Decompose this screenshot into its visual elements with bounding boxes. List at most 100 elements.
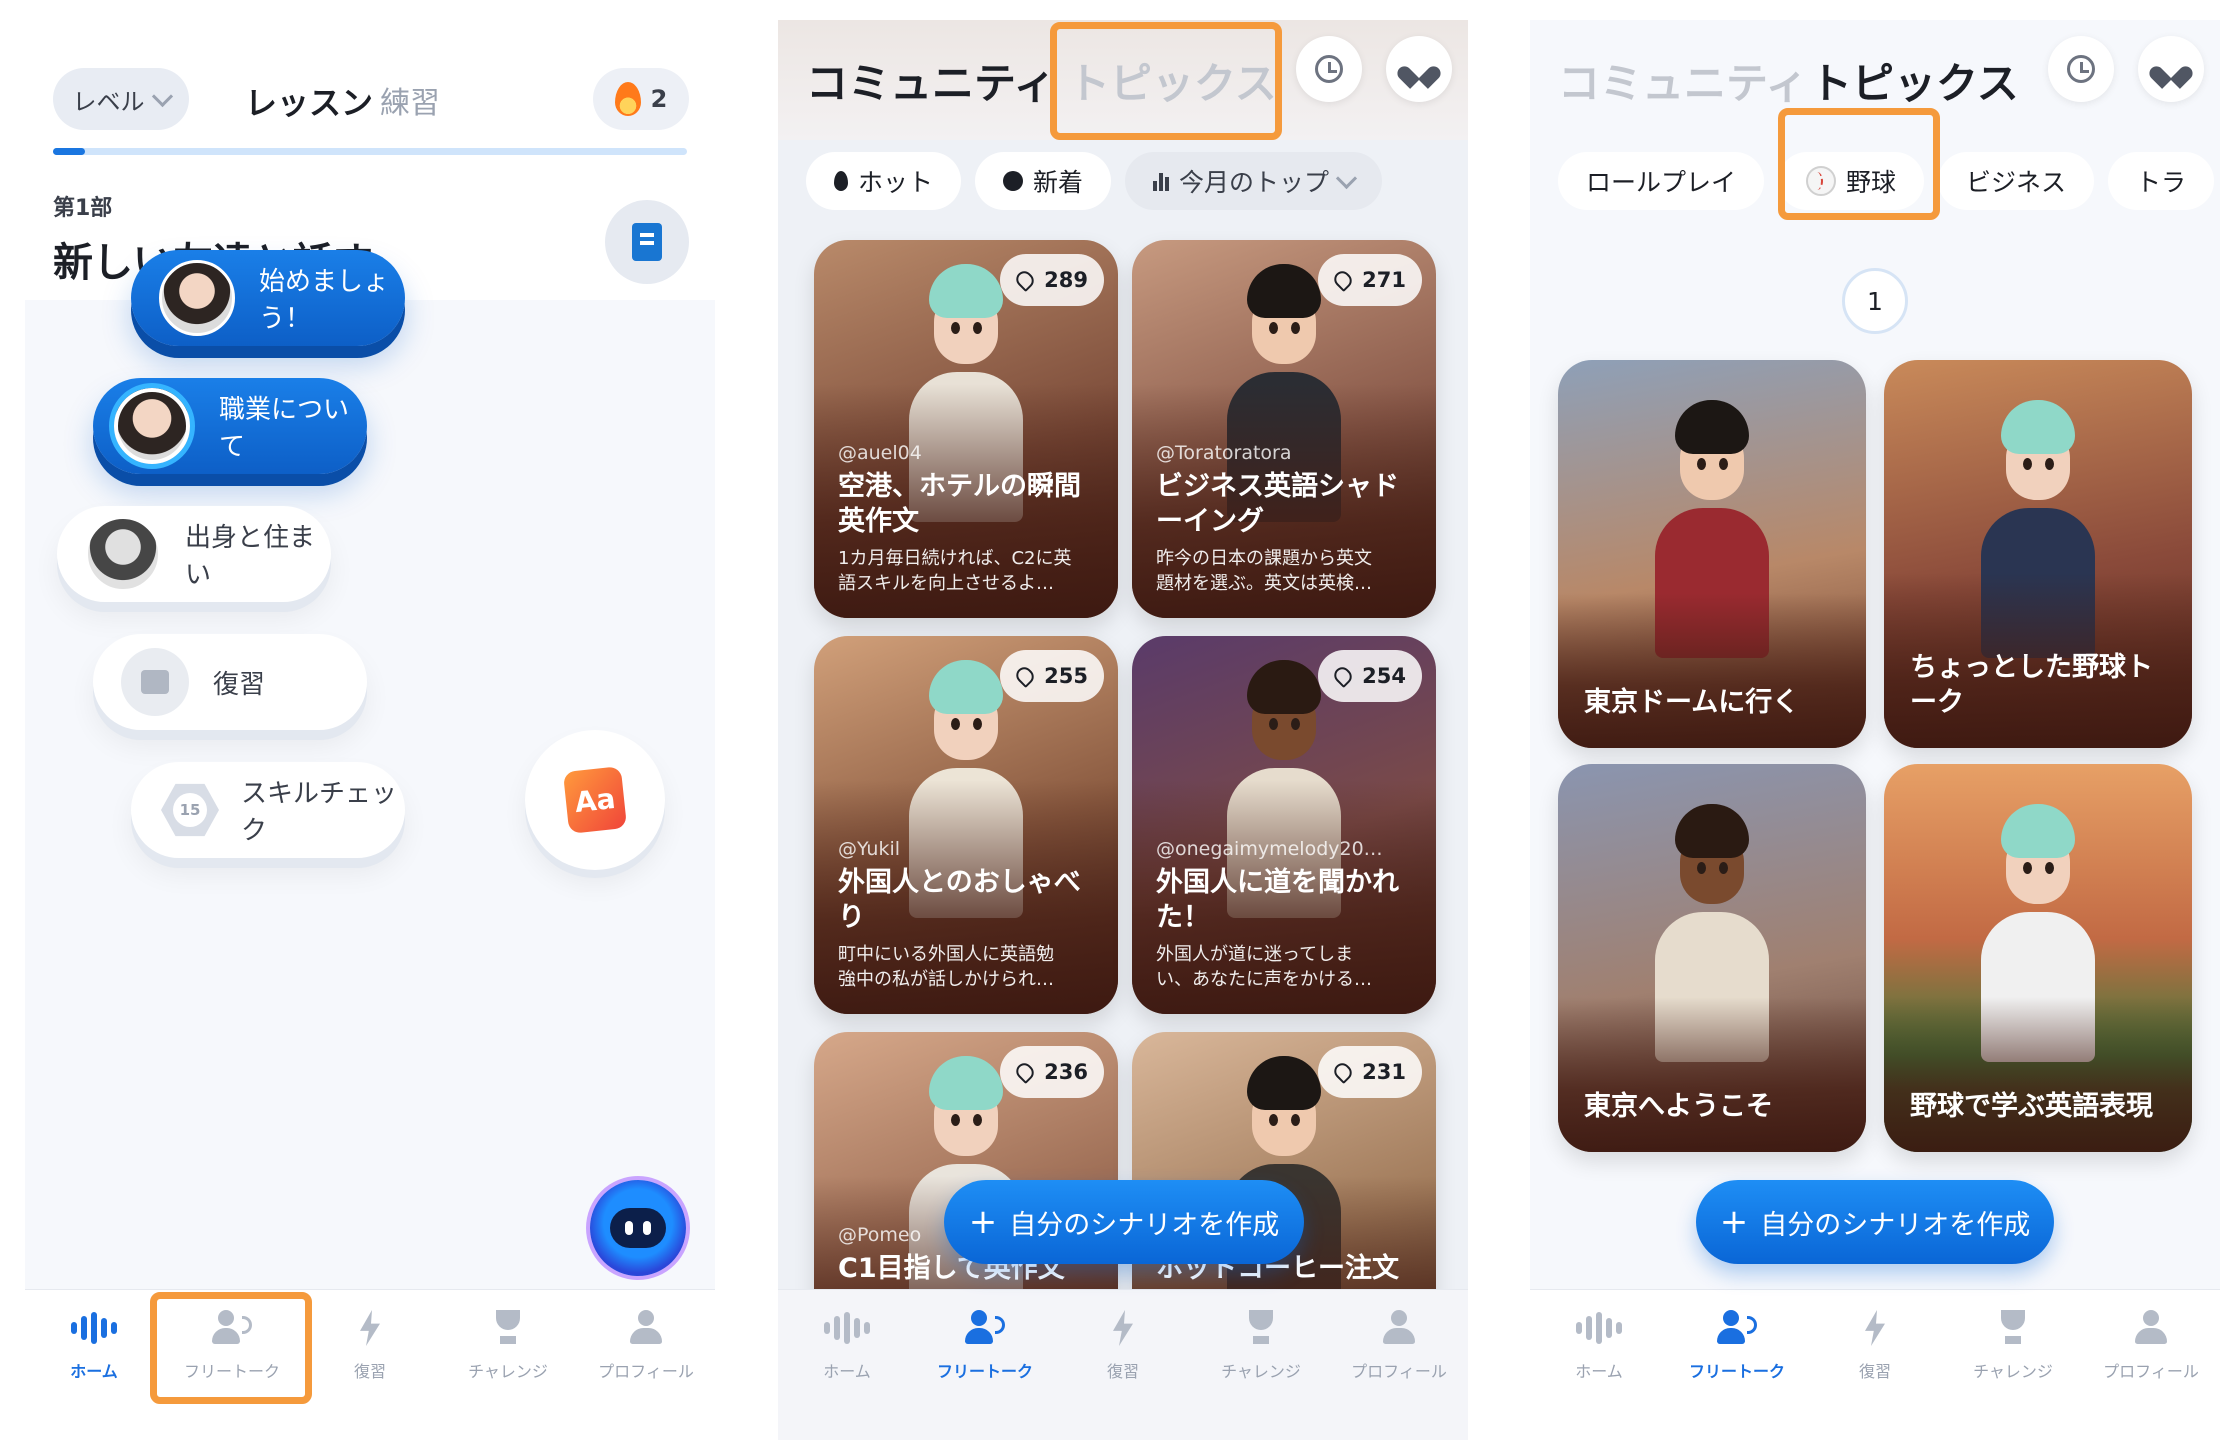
nav-review[interactable]: 復習: [301, 1290, 439, 1440]
ai-assistant-button[interactable]: [590, 1180, 686, 1276]
nav-challenge[interactable]: チャレンジ: [1192, 1290, 1330, 1440]
topic-card[interactable]: 東京ドームに行く: [1558, 360, 1866, 748]
robot-icon: [610, 1208, 666, 1248]
nav-home[interactable]: ホーム: [778, 1290, 916, 1440]
like-badge[interactable]: 289: [1000, 254, 1104, 306]
person-icon: [2135, 1310, 2167, 1346]
tab-community[interactable]: コミュニティ: [806, 50, 1055, 111]
chip-new[interactable]: 新着: [975, 152, 1112, 210]
heart-icon: [1013, 663, 1038, 689]
tab-community[interactable]: コミュニティ: [1558, 50, 1807, 111]
scenario-card[interactable]: 254 @onegaimymelody20… 外国人に道を聞かれた！ 外国人が道に迷…: [1132, 636, 1436, 1014]
nav-home[interactable]: ホーム: [1530, 1290, 1668, 1440]
chip-hot[interactable]: ホット: [806, 152, 962, 210]
lesson-node-skillcheck[interactable]: 15 スキルチェック: [131, 762, 405, 858]
nav-label: プロフィール: [598, 1362, 694, 1381]
person-icon: [630, 1310, 662, 1346]
nav-label: プロフィール: [1351, 1362, 1447, 1381]
scenario-card[interactable]: 255 @Yukil 外国人とのおしゃべり 町中にいる外国人に英語勉 強中の私が話し…: [814, 636, 1118, 1014]
nav-label: 復習: [1858, 1362, 1891, 1381]
scenario-card[interactable]: 271 @Toratoratora ビジネス英語シャドーイング 昨今の日本の課題から…: [1132, 240, 1436, 618]
aa-icon: Aa: [562, 766, 628, 834]
clock-icon: [1003, 171, 1024, 191]
nav-challenge[interactable]: チャレンジ: [1944, 1290, 2082, 1440]
nav-freetalk[interactable]: フリートーク: [1668, 1290, 1806, 1440]
level-selector[interactable]: レベル: [53, 68, 189, 130]
level-hexagon-icon: 15: [161, 783, 219, 837]
nav-freetalk[interactable]: フリートーク: [163, 1290, 301, 1440]
page-indicator[interactable]: 1: [1842, 268, 1908, 334]
nav-home[interactable]: ホーム: [25, 1290, 163, 1440]
history-button[interactable]: [1296, 36, 1362, 102]
lesson-node-home[interactable]: 出身と住まい: [57, 506, 331, 602]
author-handle: @auel04: [838, 442, 922, 465]
create-scenario-label: 自分のシナリオを作成: [1760, 1209, 2031, 1241]
history-button[interactable]: [2048, 36, 2114, 102]
topics-header: コミュニティ トピックス: [1530, 20, 2220, 140]
lesson-node-start[interactable]: 始めましょう！: [131, 250, 405, 346]
chip-travel[interactable]: トラ: [2108, 152, 2215, 210]
lesson-node-job[interactable]: 職業について: [93, 378, 367, 474]
bolt-icon: [1113, 1310, 1133, 1346]
nav-label: プロフィール: [2103, 1362, 2199, 1381]
favorites-button[interactable]: [2138, 36, 2204, 102]
plus-icon: +: [1719, 1202, 1749, 1242]
chip-roleplay[interactable]: ロールプレイ: [1558, 152, 1765, 210]
chip-baseball[interactable]: 野球: [1778, 152, 1925, 210]
chip-business[interactable]: ビジネス: [1938, 152, 2095, 210]
nav-review[interactable]: 復習: [1806, 1290, 1944, 1440]
card-title: 空港、ホテルの瞬間英作文: [838, 471, 1081, 537]
nav-label: フリートーク: [183, 1362, 280, 1381]
like-count: 255: [1044, 664, 1088, 688]
nav-challenge[interactable]: チャレンジ: [439, 1290, 577, 1440]
chip-top-month[interactable]: 今月のトップ: [1125, 152, 1383, 210]
like-badge[interactable]: 231: [1318, 1046, 1422, 1098]
favorites-button[interactable]: [1386, 36, 1452, 102]
heart-icon: [2158, 57, 2184, 81]
tab-practice[interactable]: 練習: [380, 78, 440, 122]
card-title: ビジネス英語シャドーイング: [1156, 471, 1399, 537]
heart-icon: [1331, 267, 1356, 293]
bottom-nav: ホーム フリートーク 復習 チャレンジ プロフィール: [778, 1289, 1468, 1440]
sort-chips: ホット 新着 今月のトップ: [778, 152, 1468, 222]
chip-label: ホット: [858, 168, 934, 197]
streak-badge[interactable]: 2: [593, 68, 689, 130]
nav-review[interactable]: 復習: [1054, 1290, 1192, 1440]
chip-label: ビジネス: [1966, 168, 2067, 197]
lesson-node-label: 復習: [213, 669, 266, 700]
author-handle: @onegaimymelody20…: [1156, 838, 1383, 861]
tab-topics[interactable]: トピックス: [1068, 50, 1277, 111]
author-handle: @Toratoratora: [1156, 442, 1292, 465]
guidebook-button[interactable]: [605, 200, 689, 284]
nav-label: チャレンジ: [1973, 1362, 2053, 1381]
community-header: コミュニティ トピックス: [778, 20, 1468, 140]
create-scenario-button[interactable]: + 自分のシナリオを作成: [944, 1180, 1304, 1264]
card-title: 東京へようこそ: [1584, 1090, 1773, 1122]
tab-topics[interactable]: トピックス: [1810, 50, 2019, 111]
nav-profile[interactable]: プロフィール: [1330, 1290, 1468, 1440]
nav-freetalk[interactable]: フリートーク: [916, 1290, 1054, 1440]
part-label: 第1部: [53, 196, 113, 221]
like-count: 236: [1044, 1060, 1088, 1084]
nav-profile[interactable]: プロフィール: [577, 1290, 715, 1440]
nav-label: フリートーク: [936, 1362, 1033, 1381]
scenario-card[interactable]: 289 @auel04 空港、ホテルの瞬間英作文 1カ月毎日続ければ、C2に英 語ス…: [814, 240, 1118, 618]
like-badge[interactable]: 255: [1000, 650, 1104, 702]
lesson-node-label: 職業について: [219, 395, 350, 462]
bolt-icon: [360, 1310, 380, 1346]
tab-lesson[interactable]: レッスン: [245, 78, 373, 124]
topic-card[interactable]: 野球で学ぶ英語表現: [1884, 764, 2192, 1152]
vocabulary-button[interactable]: Aa: [525, 730, 665, 870]
like-badge[interactable]: 236: [1000, 1046, 1104, 1098]
nav-label: 復習: [1106, 1362, 1139, 1381]
topic-card[interactable]: 東京へようこそ: [1558, 764, 1866, 1152]
community-screen: コミュニティ トピックス ホット 新着 今月のトップ 289 @auel04 空港…: [778, 20, 1468, 1440]
nav-profile[interactable]: プロフィール: [2082, 1290, 2220, 1440]
trophy-icon: [1243, 1310, 1279, 1346]
heart-icon: [1013, 267, 1038, 293]
like-badge[interactable]: 254: [1318, 650, 1422, 702]
lesson-node-review[interactable]: 復習: [93, 634, 367, 730]
like-badge[interactable]: 271: [1318, 254, 1422, 306]
topic-card[interactable]: ちょっとした野球トーク: [1884, 360, 2192, 748]
create-scenario-button[interactable]: + 自分のシナリオを作成: [1696, 1180, 2054, 1264]
